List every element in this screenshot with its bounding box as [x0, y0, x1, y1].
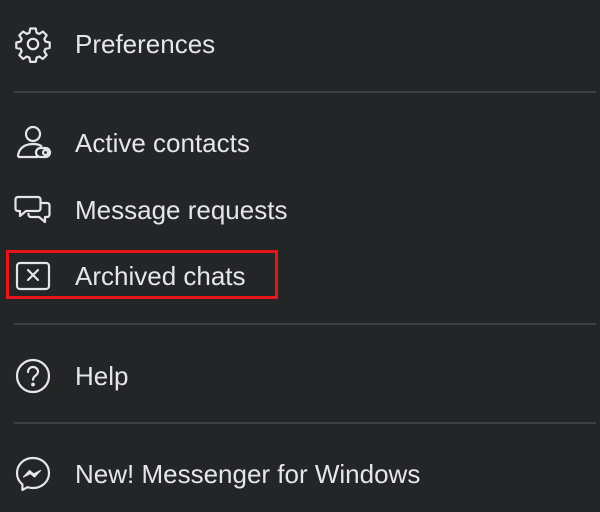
messenger-icon [14, 455, 52, 493]
divider [14, 323, 596, 325]
highlight-box [6, 250, 278, 299]
divider [14, 422, 596, 424]
person-toggle-icon [14, 124, 52, 162]
menu-item-label: Help [75, 361, 129, 391]
chat-bubbles-icon [14, 191, 52, 229]
menu-item-label: Preferences [75, 29, 216, 59]
menu-item-label: Message requests [75, 195, 288, 225]
context-menu: Preferences Active contacts Message requ… [0, 0, 600, 512]
menu-item-label: Active contacts [75, 128, 250, 158]
menu-item-help[interactable]: Help [0, 348, 600, 404]
menu-item-messenger-for-windows[interactable]: New! Messenger for Windows [0, 446, 600, 502]
gear-icon [14, 25, 52, 63]
menu-item-preferences[interactable]: Preferences [0, 16, 600, 72]
menu-item-message-requests[interactable]: Message requests [0, 182, 600, 238]
divider [14, 91, 596, 93]
menu-item-label: New! Messenger for Windows [75, 459, 421, 489]
menu-item-active-contacts[interactable]: Active contacts [0, 115, 600, 171]
question-circle-icon [14, 357, 52, 395]
